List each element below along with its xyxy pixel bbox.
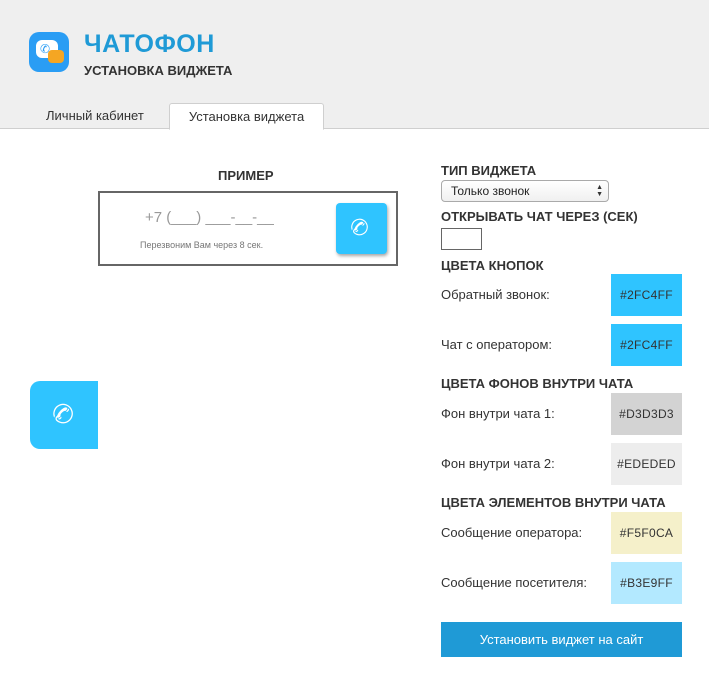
page-subtitle: УСТАНОВКА ВИДЖЕТА bbox=[84, 63, 233, 78]
example-title: ПРИМЕР bbox=[218, 168, 274, 183]
chat-bg1-swatch[interactable]: #D3D3D3 bbox=[611, 393, 682, 435]
floating-call-button[interactable]: ✆ bbox=[30, 381, 98, 449]
callback-color-label: Обратный звонок: bbox=[441, 287, 550, 302]
brand-title: ЧАТОФОН bbox=[84, 30, 215, 58]
visitor-message-label: Сообщение посетителя: bbox=[441, 575, 587, 590]
example-widget-preview: +7 (___) ___-__-__ Перезвоним Вам через … bbox=[98, 191, 398, 266]
app-logo-icon: ✆ bbox=[29, 32, 69, 72]
header: ✆ ЧАТОФОН УСТАНОВКА ВИДЖЕТА Личный кабин… bbox=[0, 0, 709, 130]
example-call-button[interactable]: ✆ bbox=[336, 203, 387, 254]
chat-bg1-label: Фон внутри чата 1: bbox=[441, 406, 555, 421]
button-colors-title: ЦВЕТА КНОПОК bbox=[441, 258, 544, 273]
tab-widget-install[interactable]: Установка виджета bbox=[169, 103, 324, 130]
operator-message-swatch[interactable]: #F5F0CA bbox=[611, 512, 682, 554]
operator-chat-color-swatch[interactable]: #2FC4FF bbox=[611, 324, 682, 366]
widget-type-select[interactable]: Только звонок ▲ ▼ bbox=[441, 180, 609, 202]
phone-handset-icon: ✆ bbox=[346, 212, 373, 243]
chat-bg2-label: Фон внутри чата 2: bbox=[441, 456, 555, 471]
chat-bg2-swatch[interactable]: #EDEDED bbox=[611, 443, 682, 485]
widget-type-title: ТИП ВИДЖЕТА bbox=[441, 163, 537, 178]
open-chat-seconds-input[interactable] bbox=[441, 228, 482, 250]
select-arrows-icon: ▲ ▼ bbox=[596, 184, 603, 198]
operator-message-label: Сообщение оператора: bbox=[441, 525, 583, 540]
open-chat-title: ОТКРЫВАТЬ ЧАТ ЧЕРЕЗ (СЕК) bbox=[441, 209, 638, 224]
tab-personal-cabinet[interactable]: Личный кабинет bbox=[32, 103, 158, 130]
visitor-message-swatch[interactable]: #B3E9FF bbox=[611, 562, 682, 604]
example-callback-note: Перезвоним Вам через 8 сек. bbox=[140, 240, 264, 250]
example-phone-placeholder: +7 (___) ___-__-__ bbox=[145, 209, 274, 226]
bg-colors-title: ЦВЕТА ФОНОВ ВНУТРИ ЧАТА bbox=[441, 376, 634, 391]
install-widget-button[interactable]: Установить виджет на сайт bbox=[441, 622, 682, 657]
phone-handset-icon: ✆ bbox=[47, 396, 79, 432]
callback-color-swatch[interactable]: #2FC4FF bbox=[611, 274, 682, 316]
operator-chat-color-label: Чат с оператором: bbox=[441, 337, 553, 352]
element-colors-title: ЦВЕТА ЭЛЕМЕНТОВ ВНУТРИ ЧАТА bbox=[441, 495, 666, 510]
widget-type-selected: Только звонок bbox=[451, 184, 530, 198]
